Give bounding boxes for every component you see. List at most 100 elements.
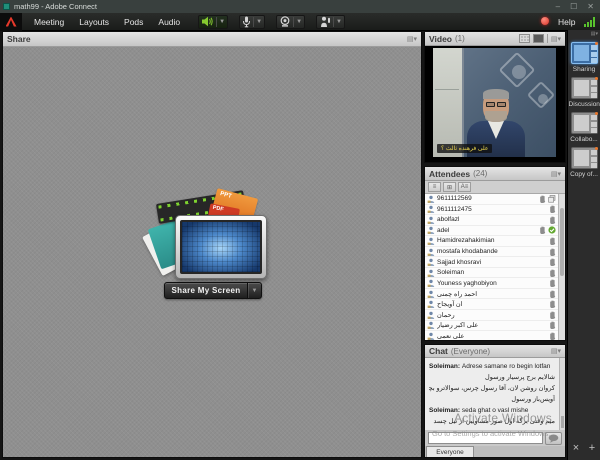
minimize-button[interactable]: – — [556, 2, 560, 11]
attendee-name: Sajjad khosravi — [437, 259, 549, 266]
layout-item-discussion[interactable]: Discussion — [568, 77, 600, 108]
attendee-list-view-icon[interactable]: ≡ — [428, 182, 441, 192]
attendee-row[interactable]: احمد راه چمنی — [425, 289, 558, 300]
layout-thumbnail-icon — [571, 77, 598, 99]
raise-hand-dropdown[interactable]: ▼ — [336, 19, 342, 25]
webcam-dropdown[interactable]: ▼ — [296, 19, 302, 25]
layout-manage-icon[interactable]: × — [573, 442, 579, 454]
window-icon — [3, 3, 10, 10]
filmstrip-view-icon[interactable] — [533, 34, 544, 43]
menu-meeting[interactable]: Meeting — [34, 17, 64, 27]
webcam-button[interactable]: ▼ — [276, 15, 305, 29]
menu-items: Meeting Layouts Pods Audio — [34, 17, 180, 27]
layout-bar-menu-icon[interactable]: ▤▾ — [591, 31, 598, 38]
raised-hand-status-icon — [549, 290, 556, 298]
attendee-row[interactable]: adel — [425, 226, 558, 237]
attendee-row[interactable]: abolfazl — [425, 215, 558, 226]
attendee-row[interactable]: علی نعمی — [425, 331, 558, 340]
speaker-button[interactable]: ▼ — [198, 15, 228, 29]
send-message-button[interactable] — [545, 432, 562, 445]
attendee-row[interactable]: Soleiman — [425, 268, 558, 279]
attendee-row[interactable]: رحمان — [425, 310, 558, 321]
grid-view-icon[interactable] — [519, 34, 530, 43]
chat-pod-menu-icon[interactable]: ▤▾ — [551, 347, 561, 355]
attendee-row[interactable]: Youness yaghobiyon — [425, 278, 558, 289]
attendee-row[interactable]: mostafa khodabande — [425, 247, 558, 258]
connection-status-icon[interactable] — [584, 16, 598, 27]
layout-item-sharing[interactable]: Sharing — [568, 42, 600, 73]
speaker-dropdown[interactable]: ▼ — [219, 19, 225, 25]
attendee-avatar-icon — [427, 258, 435, 266]
attendee-avatar-icon — [427, 237, 435, 245]
chat-message: میم وقتی برگه اول صور مساویین از نیل چسد — [429, 416, 555, 427]
raised-hand-status-icon — [549, 269, 556, 277]
webcam-feed[interactable]: علی فرهنده ثالث ؟ — [433, 48, 556, 157]
av-controls: ▼ ▼ ▼ ▼ — [198, 15, 345, 29]
video-pod-menu-icon[interactable]: ▤▾ — [551, 35, 561, 43]
attendee-avatar-icon — [427, 248, 435, 256]
layout-thumbnail-icon — [571, 112, 598, 134]
maximize-button[interactable]: ☐ — [570, 2, 577, 11]
chat-tab-everyone[interactable]: Everyone — [426, 446, 474, 457]
raised-hand-status-icon — [549, 205, 556, 213]
attendee-status-view-icon[interactable]: A≡ — [458, 182, 471, 192]
attendee-row[interactable]: علی اکبر رضیار — [425, 321, 558, 332]
layout-item-collabo[interactable]: Collabo... — [568, 112, 600, 143]
chat-scope: (Everyone) — [451, 347, 490, 356]
video-pod-header: Video (1) ▤▾ — [425, 32, 565, 46]
chat-pod-header: Chat (Everyone) ▤▾ — [425, 345, 565, 358]
attendee-row[interactable]: Sajjad khosravi — [425, 257, 558, 268]
window-title: math99 - Adobe Connect — [14, 2, 97, 11]
attendee-row[interactable]: 9611112569 — [425, 194, 558, 205]
attendee-avatar-icon — [427, 279, 435, 287]
attendee-avatar-icon — [427, 205, 435, 213]
attendee-name: abolfazl — [437, 216, 549, 223]
attendee-row[interactable]: 9611112475 — [425, 205, 558, 216]
chat-message: کروان روشن لان، آقا رسول چرس، سوالاترو ب… — [429, 383, 555, 394]
chat-message: شالایم برج پرسیار ورسول — [429, 372, 555, 383]
close-button[interactable]: ✕ — [587, 2, 594, 11]
microphone-dropdown[interactable]: ▼ — [256, 19, 262, 25]
layout-items: Sharing Discussion Collabo... Copy of... — [568, 42, 600, 178]
chat-bubble-icon — [548, 434, 559, 443]
layout-thumbnail-icon — [571, 42, 598, 64]
raise-hand-icon — [319, 16, 331, 27]
menu-layouts[interactable]: Layouts — [79, 17, 109, 27]
share-my-screen-button[interactable]: Share My Screen ▼ — [164, 282, 262, 299]
attendee-avatar-icon — [427, 300, 435, 308]
chat-pod-title: Chat — [429, 346, 448, 356]
layout-item-copy-of[interactable]: Copy of... — [568, 147, 600, 178]
chat-message: Soleiman: Adrese samane ro begin lotfan — [429, 361, 555, 372]
attendee-row[interactable]: Hamidrezahakimian — [425, 236, 558, 247]
share-pod-menu-icon[interactable]: ▤▾ — [407, 35, 417, 43]
attendee-name: علی اکبر رضیار — [437, 321, 549, 329]
share-pod-title: Share — [7, 34, 31, 44]
attendees-pod-title: Attendees — [429, 169, 470, 179]
speaker-icon — [201, 16, 214, 27]
attendees-count: (24) — [473, 169, 487, 178]
chat-scrollbar[interactable] — [559, 358, 565, 430]
attendee-avatar-icon — [427, 321, 435, 329]
menu-audio[interactable]: Audio — [158, 17, 180, 27]
attendee-breakout-view-icon[interactable]: ⊞ — [443, 182, 456, 192]
attendee-name: ان آویجاح — [437, 300, 549, 308]
share-pod-header: Share ▤▾ — [3, 32, 421, 47]
share-options-dropdown[interactable]: ▼ — [247, 283, 261, 298]
chat-input-row — [425, 430, 565, 446]
chat-input[interactable] — [428, 432, 543, 444]
layout-label: Discussion — [569, 101, 600, 108]
microphone-button[interactable]: ▼ — [239, 15, 265, 29]
menu-pods[interactable]: Pods — [124, 17, 143, 27]
raised-hand-status-icon — [549, 279, 556, 287]
attendee-name: 9611112475 — [437, 206, 549, 213]
attendee-row[interactable]: ان آویجاح — [425, 299, 558, 310]
help-menu[interactable]: Help — [558, 17, 575, 27]
raised-hand-status-icon — [549, 311, 556, 319]
attendees-pod-menu-icon[interactable]: ▤▾ — [551, 170, 561, 178]
layout-add-icon[interactable]: + — [589, 442, 595, 454]
raised-hand-status-icon — [549, 300, 556, 308]
attendee-avatar-icon — [427, 269, 435, 277]
adobe-logo-icon[interactable] — [0, 13, 22, 31]
raise-hand-button[interactable]: ▼ — [316, 15, 345, 29]
attendees-scrollbar[interactable] — [558, 194, 565, 340]
